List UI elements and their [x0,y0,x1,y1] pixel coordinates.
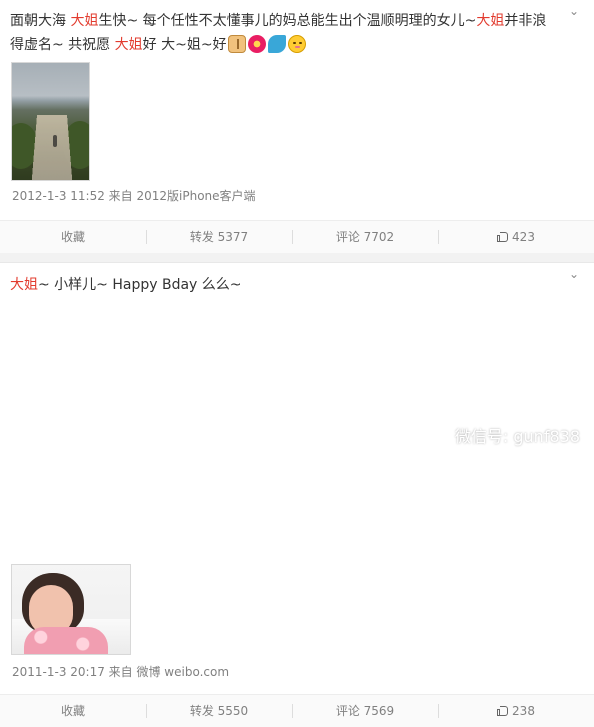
person-shape [53,135,57,147]
hibiscus-icon [247,35,266,53]
post-image-thumbnail[interactable] [11,564,131,655]
collect-button[interactable]: 收藏 [0,221,146,253]
blushing-face-icon [287,35,306,53]
like-count: 238 [512,704,535,718]
repost-button[interactable]: 转发 5550 [146,695,292,727]
highlighted-name[interactable]: 大姐 [476,13,504,29]
post-image-thumbnail[interactable] [11,62,90,181]
repost-button[interactable]: 转发 5377 [146,221,292,253]
post-text-part: 生快~ 每个任性不太懂事儿的妈总能生出个温顺明理的女儿~ [98,13,477,29]
post-action-bar: 收藏 转发 5550 评论 7569 238 [0,694,594,727]
path-shape [29,115,75,180]
chevron-down-icon[interactable]: ⌄ [566,267,582,281]
collect-button[interactable]: 收藏 [0,695,146,727]
comment-button[interactable]: 评论 7569 [292,695,438,727]
weibo-post: ⌄ 大姐~ 小样儿~ Happy Bday 么么~ 2011-1-3 20:17… [0,262,594,727]
post-meta[interactable]: 2012-1-3 11:52 来自 2012版iPhone客户端 [12,189,256,203]
post-meta[interactable]: 2011-1-3 20:17 来自 微博 weibo.com [12,665,229,679]
post-text-part: ~ 小样儿~ Happy Bday 么么~ [38,277,242,293]
highlighted-name[interactable]: 大姐 [10,277,38,293]
like-button[interactable]: 238 [438,695,594,727]
folded-hands-icon [227,35,246,53]
post-text: 面朝大海 大姐生快~ 每个任性不太懂事儿的妈总能生出个温顺明理的女儿~大姐并非浪… [10,9,560,57]
thumbs-up-icon [497,231,509,243]
post-text-part: 面朝大海 [10,13,71,29]
weibo-post: ⌄ 面朝大海 大姐生快~ 每个任性不太懂事儿的妈总能生出个温顺明理的女儿~大姐并… [0,0,594,253]
like-button[interactable]: 423 [438,221,594,253]
highlighted-name[interactable]: 大姐 [70,13,98,29]
chevron-down-icon[interactable]: ⌄ [566,4,582,18]
post-text-part: 好 大~姐~好 [142,37,227,53]
pajama-shape [24,627,108,654]
dolphin-icon [267,35,286,53]
like-count: 423 [512,230,535,244]
post-text: 大姐~ 小样儿~ Happy Bday 么么~ [10,273,560,297]
feed-gap [0,253,594,262]
comment-button[interactable]: 评论 7702 [292,221,438,253]
highlighted-name[interactable]: 大姐 [115,37,143,53]
thumbs-up-icon [497,705,509,717]
post-action-bar: 收藏 转发 5377 评论 7702 423 [0,220,594,253]
